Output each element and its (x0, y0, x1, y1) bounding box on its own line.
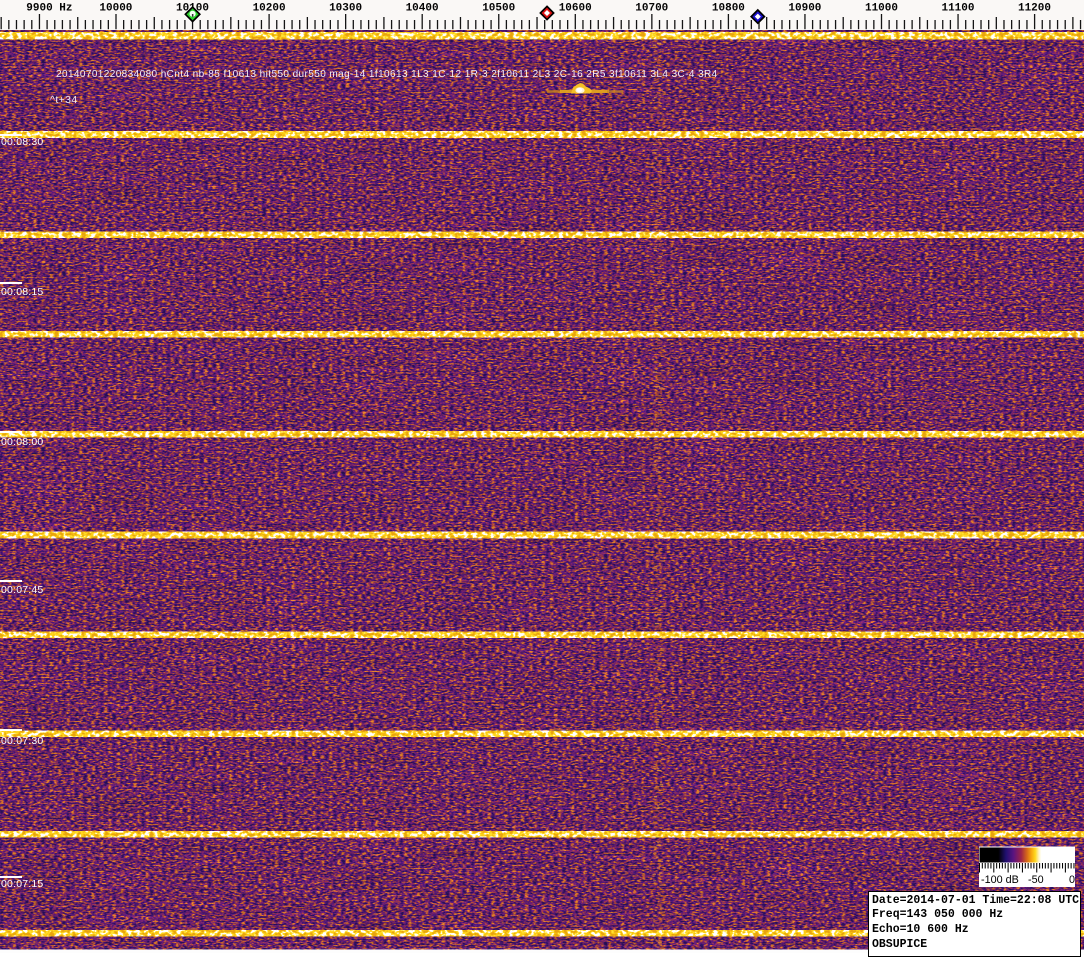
svg-text:10300: 10300 (329, 3, 362, 15)
svg-text:10600: 10600 (559, 3, 592, 15)
svg-text:10700: 10700 (635, 3, 668, 15)
svg-text:11000: 11000 (865, 3, 898, 15)
svg-text:10800: 10800 (712, 3, 745, 15)
svg-text:11200: 11200 (1018, 3, 1051, 15)
svg-text:10200: 10200 (253, 3, 286, 15)
svg-text:11100: 11100 (941, 3, 974, 15)
svg-text:10400: 10400 (406, 3, 439, 15)
svg-text:10900: 10900 (788, 3, 821, 15)
svg-text:9900 Hz: 9900 Hz (26, 3, 72, 15)
svg-text:10500: 10500 (482, 3, 515, 15)
svg-text:10000: 10000 (99, 3, 132, 15)
